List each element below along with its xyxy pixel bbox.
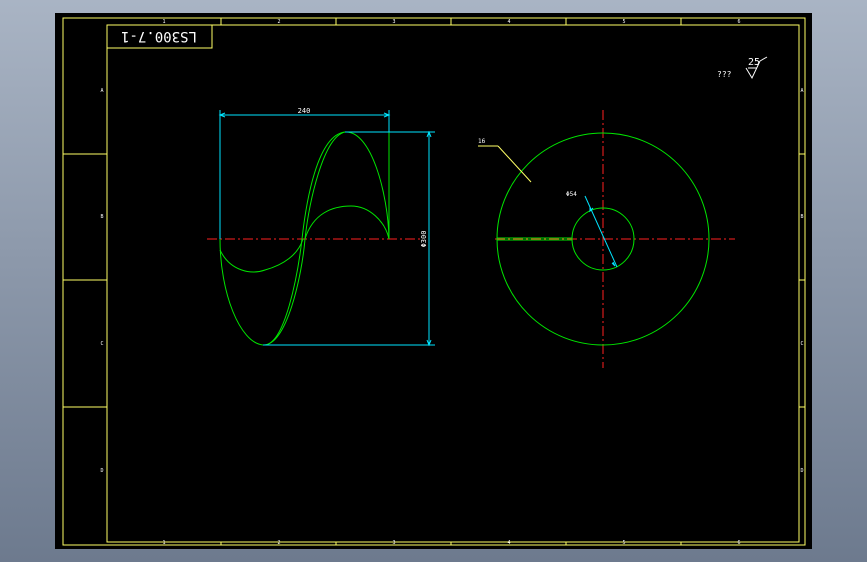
zone-row-right-a: A: [800, 88, 803, 94]
roughness-symbol: ??? 25: [717, 56, 768, 80]
helix-inner-curve: [219, 238, 304, 273]
zone-col-bottom-2: 2: [277, 540, 280, 546]
zone-row-left-a: A: [100, 88, 103, 94]
part-number-text: LS300.7-1: [121, 28, 197, 44]
side-view: Φ54 16: [478, 110, 735, 368]
zone-col-top-4: 4: [507, 19, 510, 25]
length-dimension-text: 240: [298, 107, 311, 115]
outer-border: [62, 17, 806, 546]
roughness-value: 25: [748, 57, 760, 68]
zone-row-right-c: C: [800, 341, 803, 347]
zone-col-top-6: 6: [737, 19, 740, 25]
roughness-note: ???: [717, 70, 732, 79]
cad-drawing: 1 2 3 4 5 6 1 2 3 4 5 6 A B C D A B C D …: [62, 17, 806, 546]
inner-diameter-leader: [584, 195, 618, 268]
zone-col-bottom-5: 5: [622, 540, 625, 546]
leader-label: 16: [478, 138, 486, 145]
inner-diameter-text: Φ54: [566, 191, 577, 198]
zone-row-right-d: D: [800, 468, 803, 474]
diameter-dimension-text: Φ300: [420, 231, 428, 248]
zone-col-top-2: 2: [277, 19, 280, 25]
zone-row-left-b: B: [100, 214, 103, 220]
zone-row-left-c: C: [100, 341, 103, 347]
zone-col-bottom-1: 1: [162, 540, 165, 546]
zone-row-left-d: D: [100, 468, 103, 474]
zone-col-top-5: 5: [622, 19, 625, 25]
right-zone-ticks: [799, 153, 805, 408]
top-zone-ticks: [220, 18, 682, 25]
helix-outer-curve: [219, 131, 390, 346]
zone-col-bottom-6: 6: [737, 540, 740, 546]
zone-col-top-3: 3: [392, 19, 395, 25]
left-zone-dividers: [63, 153, 107, 408]
part-number-box: LS300.7-1: [106, 24, 213, 49]
inner-frame: [106, 24, 800, 543]
drawing-sheet: 1 2 3 4 5 6 1 2 3 4 5 6 A B C D A B C D …: [55, 13, 812, 549]
zone-col-top-1: 1: [162, 19, 165, 25]
front-view: 240 Φ300: [207, 107, 435, 347]
helix-inner-curve-2: [304, 205, 390, 240]
zone-row-right-b: B: [800, 214, 803, 220]
zone-col-bottom-3: 3: [392, 540, 395, 546]
zone-col-bottom-4: 4: [507, 540, 510, 546]
